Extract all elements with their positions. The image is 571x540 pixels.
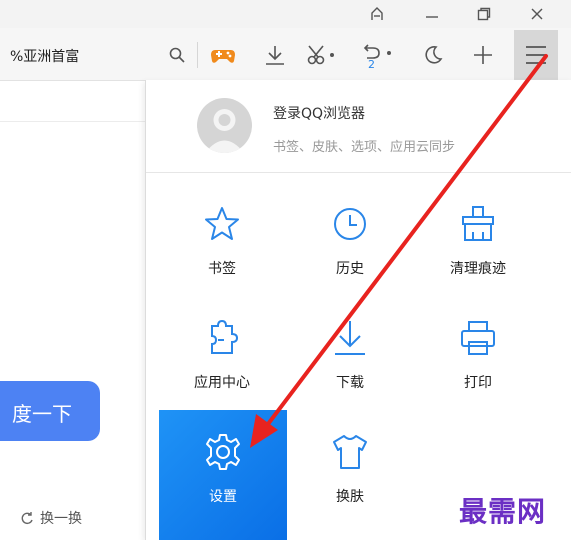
annotation-arrow <box>250 54 548 448</box>
watermark: 最需网 <box>459 495 547 528</box>
